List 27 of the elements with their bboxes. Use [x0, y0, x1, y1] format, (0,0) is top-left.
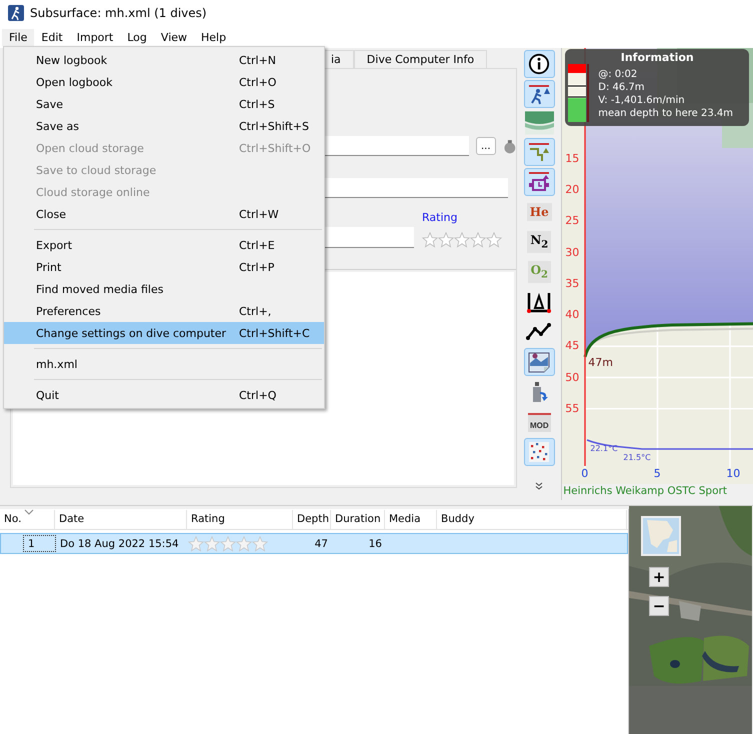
depth-axis-label: 20 [565, 183, 580, 196]
depth-axis-label: 55 [565, 402, 580, 415]
depth-axis-label: 50 [565, 370, 580, 384]
time-axis-label: 0 [581, 467, 588, 480]
rating-label: Rating [422, 211, 458, 224]
dive-computer-label: Heinrichs Weikamp OSTC Sport [563, 485, 727, 497]
table-cell-text: 16 [368, 538, 383, 550]
time-axis-label: 5 [654, 467, 661, 480]
window-title: Subsurface: mh.xml (1 dives) [30, 6, 207, 20]
information-title: Information [620, 50, 695, 64]
depth-axis-label: 30 [565, 246, 580, 258]
max-depth-label: 47m [588, 356, 613, 369]
temperature-label: 22.1°C [590, 444, 618, 453]
information-line: @: 0:02 [598, 68, 638, 81]
table-cell-text: 47 [314, 538, 329, 550]
information-line: mean depth to here 23.4m [598, 107, 734, 120]
depth-axis-label: 15 [565, 152, 580, 165]
time-axis-label: 10 [726, 467, 740, 480]
information-line: D: 46.7m [598, 81, 646, 94]
table-cell: 1 [23, 535, 56, 552]
depth-axis-label: 40 [565, 308, 580, 321]
depth-axis-label: 35 [565, 276, 580, 290]
table-cell-text: Do 18 Aug 2022 15:54 [59, 538, 180, 550]
temperature-label: 21.5°C [623, 453, 651, 462]
depth-axis-label: 25 [565, 214, 580, 228]
depth-axis-label: 45 [565, 339, 580, 352]
information-line: V: -1,401.6m/min [598, 94, 686, 107]
